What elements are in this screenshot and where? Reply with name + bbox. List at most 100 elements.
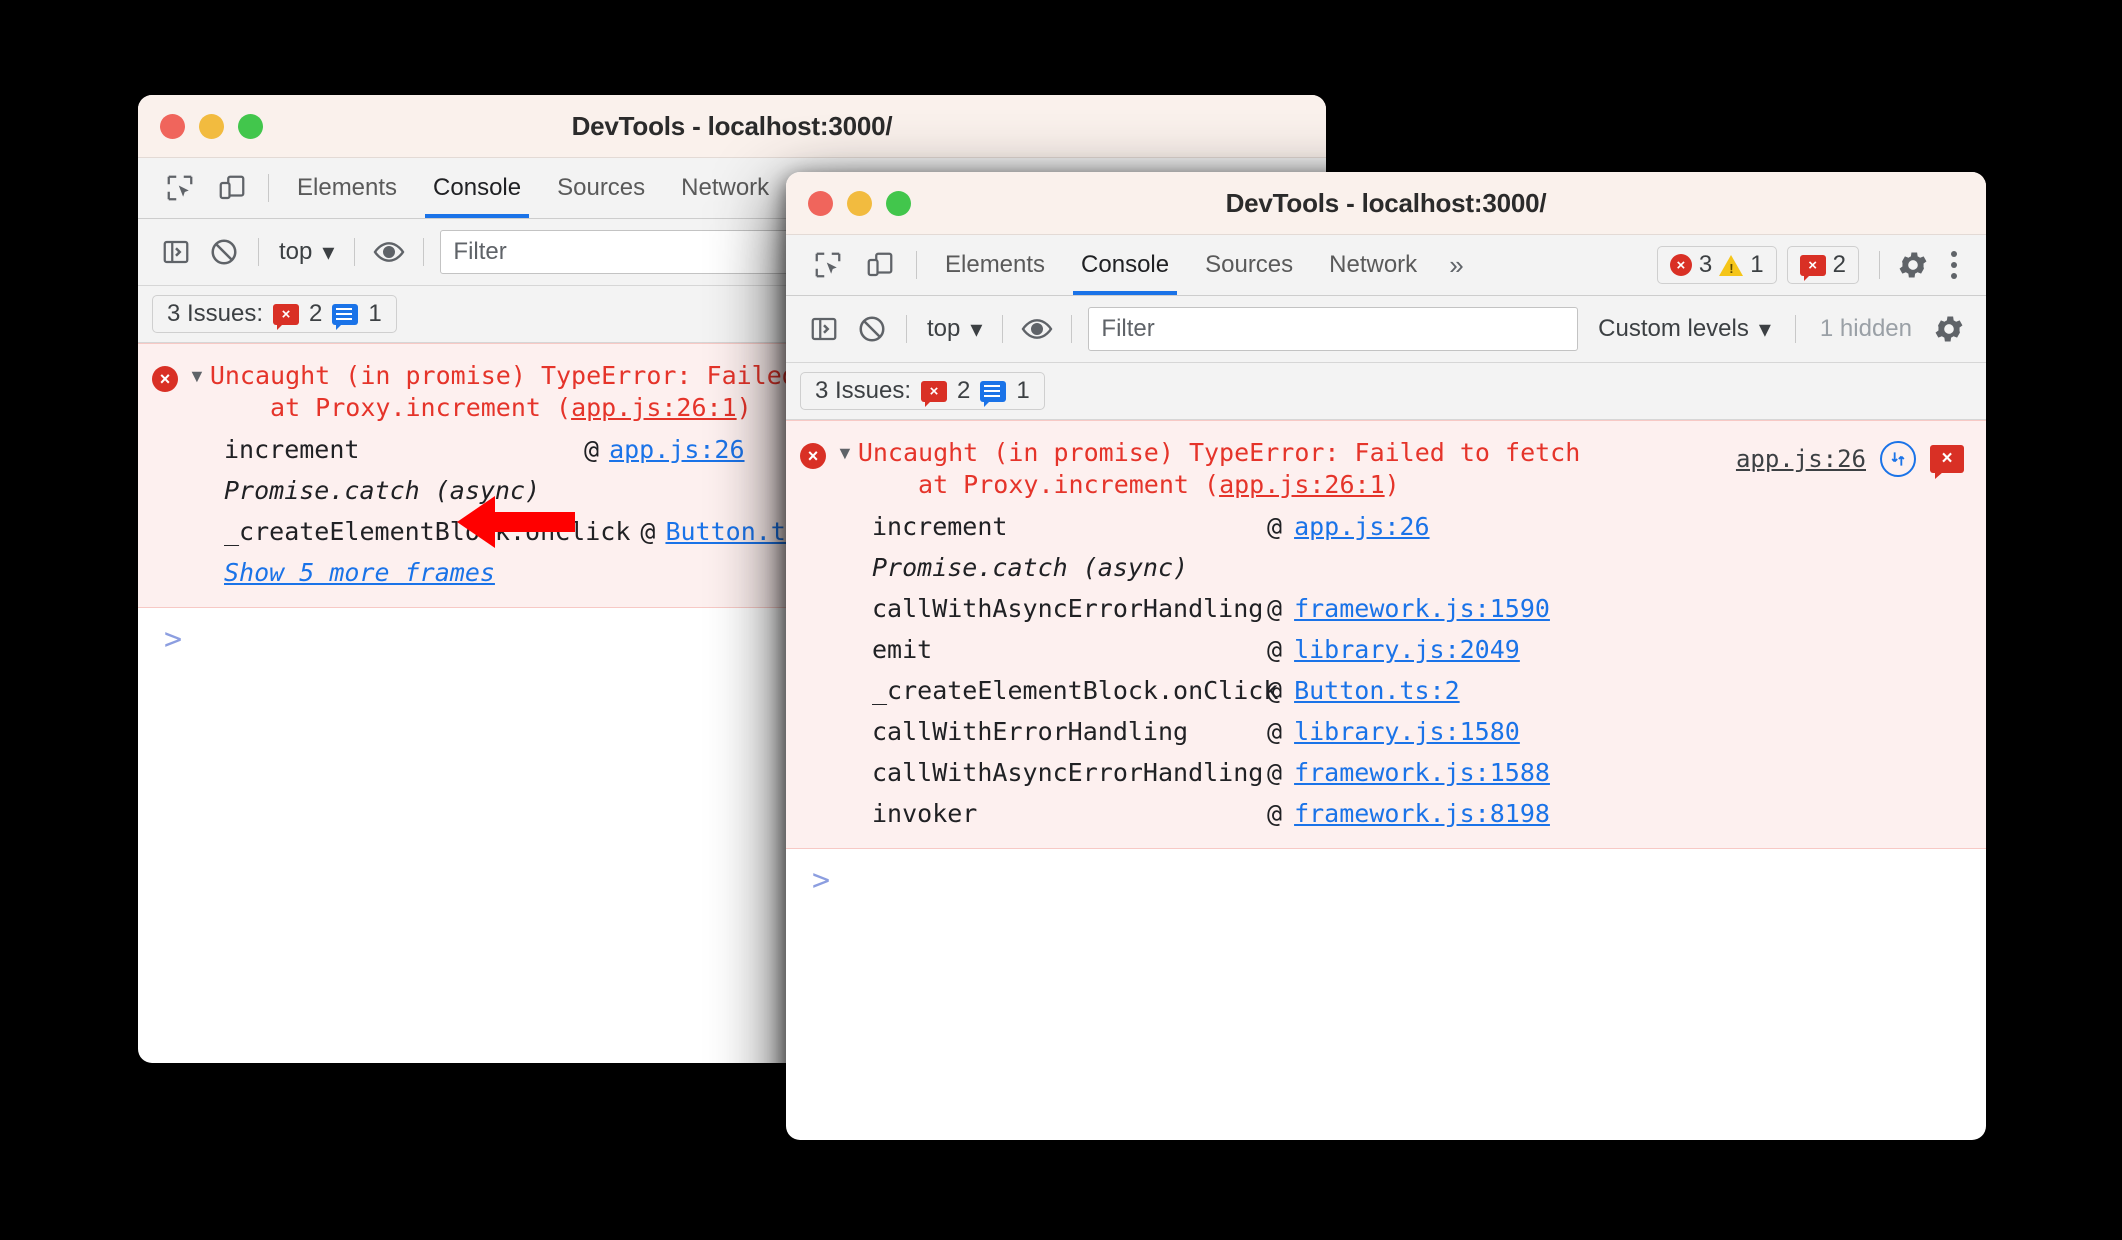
- view-issue-badge-icon[interactable]: ×: [1930, 445, 1964, 479]
- traffic-lights-back[interactable]: [138, 113, 263, 139]
- expand-caret-icon[interactable]: ▼: [188, 366, 206, 387]
- frame-location-link[interactable]: framework.js:1590: [1294, 596, 1550, 621]
- stack-frame[interactable]: _createElementBlock.onClick @ Button.ts:…: [872, 670, 1986, 711]
- issues-bar-front[interactable]: 3 Issues: × 2 1: [786, 363, 1986, 420]
- console-prompt-front[interactable]: >: [786, 849, 1986, 898]
- frame-location-link[interactable]: library.js:2049: [1294, 637, 1520, 662]
- live-expression-eye-icon[interactable]: [1013, 305, 1061, 353]
- execution-context-selector[interactable]: top ▾: [917, 315, 992, 344]
- issue-error-icon: ×: [273, 303, 300, 330]
- titlebar-front: DevTools - localhost:3000/: [786, 172, 1986, 235]
- inspect-element-icon[interactable]: [806, 243, 850, 287]
- devtools-tabbar-front[interactable]: Elements Console Sources Network » × 3 1…: [786, 235, 1986, 296]
- more-tabs-chevron-icon[interactable]: »: [1435, 250, 1477, 281]
- devtools-window-front[interactable]: DevTools - localhost:3000/ Elements Cons…: [786, 172, 1986, 1140]
- errors-warnings-badge[interactable]: × 3 1: [1656, 246, 1777, 284]
- clear-console-icon[interactable]: [200, 228, 248, 276]
- minimize-button-icon[interactable]: [199, 113, 224, 139]
- chevron-down-icon: ▾: [970, 315, 983, 343]
- console-toolbar-divider-3: [423, 238, 425, 266]
- live-expression-eye-icon[interactable]: [365, 228, 413, 276]
- close-button-icon[interactable]: [160, 113, 185, 139]
- panel-tabs-front[interactable]: Elements Console Sources Network: [927, 235, 1435, 295]
- issues-badge[interactable]: × 2: [1786, 246, 1859, 284]
- console-toolbar-front[interactable]: top ▾ Filter Custom levels ▾ 1 hidden: [786, 296, 1986, 363]
- tab-console[interactable]: Console: [415, 158, 539, 218]
- frame-function: emit: [872, 635, 933, 664]
- frame-location-link[interactable]: app.js:26: [1294, 514, 1429, 539]
- issue-error-icon: ×: [921, 380, 948, 407]
- console-toolbar-divider: [258, 238, 259, 266]
- maximize-button-icon[interactable]: [238, 113, 263, 139]
- log-levels-selector[interactable]: Custom levels ▾: [1584, 315, 1785, 344]
- execution-context-selector[interactable]: top ▾: [269, 238, 344, 267]
- chevron-down-icon: ▾: [1758, 315, 1771, 343]
- stack-frame[interactable]: callWithErrorHandling @ library.js:1580: [872, 711, 1986, 752]
- error-circle-icon: ×: [800, 443, 826, 469]
- inspect-element-icon[interactable]: [158, 166, 202, 210]
- console-toolbar-divider-4: [1794, 315, 1796, 343]
- console-toolbar-divider-2: [1002, 315, 1004, 343]
- stack-frame[interactable]: callWithAsyncErrorHandling @ framework.j…: [872, 588, 1986, 629]
- frame-location-link[interactable]: framework.js:8198: [1294, 801, 1550, 826]
- network-request-icon[interactable]: [1880, 441, 1916, 477]
- console-sidebar-icon[interactable]: [800, 305, 848, 353]
- frame-location-link[interactable]: Button.ts:2: [1294, 678, 1460, 703]
- console-error-entry-front[interactable]: × ▼ Uncaught (in promise) TypeError: Fai…: [786, 420, 1986, 849]
- error-entry-actions: app.js:26 ×: [1736, 441, 1964, 479]
- frame-function: callWithAsyncErrorHandling: [872, 758, 1264, 787]
- issues-chip-front[interactable]: 3 Issues: × 2 1: [800, 372, 1045, 410]
- stack-frame-async: Promise.catch (async): [872, 547, 1986, 588]
- settings-gear-icon[interactable]: [1890, 242, 1936, 288]
- frame-at-sign: @: [1267, 635, 1283, 664]
- frame-location-link[interactable]: library.js:1580: [1294, 719, 1520, 744]
- window-title: DevTools - localhost:3000/: [571, 110, 893, 141]
- issues-chip-back[interactable]: 3 Issues: × 2 1: [152, 295, 397, 333]
- device-toolbar-icon[interactable]: [858, 243, 902, 287]
- panel-tabs-back[interactable]: Elements Console Sources Network: [279, 158, 787, 218]
- tabbar-right-group: × 3 1 × 2: [1656, 242, 1986, 288]
- console-sidebar-icon[interactable]: [152, 228, 200, 276]
- tab-network[interactable]: Network: [663, 158, 787, 218]
- frame-at-sign: @: [640, 517, 656, 546]
- tab-console[interactable]: Console: [1063, 235, 1187, 295]
- frame-function: invoker: [872, 799, 978, 828]
- execution-context-value: top: [279, 238, 313, 265]
- console-toolbar-divider-2: [354, 238, 356, 266]
- frame-function: increment: [224, 435, 360, 464]
- tab-sources[interactable]: Sources: [1187, 235, 1311, 295]
- expand-caret-icon[interactable]: ▼: [836, 443, 854, 464]
- issues-label: 3 Issues:: [167, 300, 264, 327]
- stack-frames-front: increment @ app.js:26 Promise.catch (asy…: [786, 500, 1986, 834]
- window-title: DevTools - localhost:3000/: [1225, 187, 1547, 218]
- tab-elements[interactable]: Elements: [279, 158, 415, 218]
- filter-input[interactable]: Filter: [1088, 307, 1579, 351]
- frame-at-sign: @: [1267, 717, 1283, 746]
- more-options-kebab-icon[interactable]: [1936, 242, 1972, 288]
- issues-count: 2: [1832, 251, 1846, 278]
- frame-location-link[interactable]: framework.js:1588: [1294, 760, 1550, 785]
- traffic-lights-front[interactable]: [786, 190, 911, 216]
- tab-elements[interactable]: Elements: [927, 235, 1063, 295]
- issues-label: 3 Issues:: [815, 377, 912, 404]
- clear-console-icon[interactable]: [848, 305, 896, 353]
- frame-location-link[interactable]: app.js:26: [609, 437, 744, 462]
- frame-at-sign: @: [1267, 594, 1283, 623]
- error-circle-icon: ×: [1669, 254, 1692, 276]
- stack-frame[interactable]: invoker @ framework.js:8198: [872, 793, 1986, 834]
- close-button-icon[interactable]: [808, 190, 833, 216]
- stack-frame[interactable]: increment @ app.js:26: [872, 506, 1986, 547]
- tab-sources[interactable]: Sources: [539, 158, 663, 218]
- screenshot-stage: DevTools - localhost:3000/ Elements Cons…: [0, 0, 2122, 1240]
- tab-network[interactable]: Network: [1311, 235, 1435, 295]
- console-settings-gear-icon[interactable]: [1926, 306, 1972, 352]
- minimize-button-icon[interactable]: [847, 190, 872, 216]
- frame-at-sign: @: [584, 435, 600, 464]
- issue-error-count: 2: [957, 377, 971, 404]
- stack-frame[interactable]: callWithAsyncErrorHandling @ framework.j…: [872, 752, 1986, 793]
- error-source-link[interactable]: app.js:26: [1736, 445, 1866, 473]
- stack-frame[interactable]: emit @ library.js:2049: [872, 629, 1986, 670]
- tabbar-right-divider: [1879, 251, 1880, 279]
- device-toolbar-icon[interactable]: [210, 166, 254, 210]
- maximize-button-icon[interactable]: [886, 190, 911, 216]
